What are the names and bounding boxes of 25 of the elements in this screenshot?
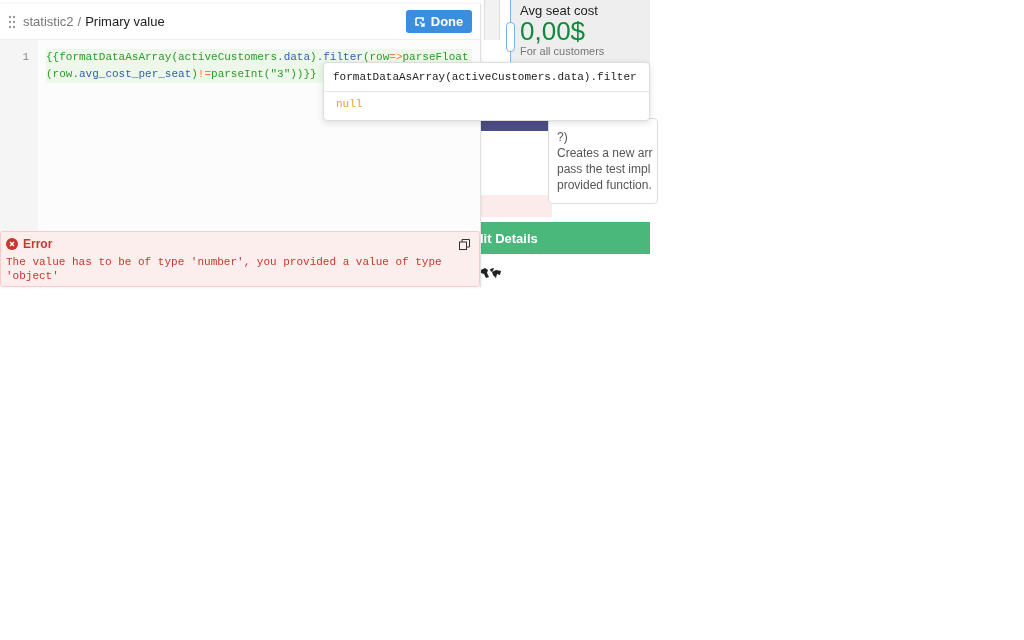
highlight-area <box>480 195 552 217</box>
line-number: 1 <box>21 50 30 63</box>
tooltip-text: Creates a new arr <box>557 145 654 161</box>
drag-handle-icon <box>8 14 16 29</box>
error-message: The value has to be of type 'number', you provided a value of type 'object' <box>6 255 443 283</box>
resize-handle[interactable] <box>506 22 515 52</box>
breadcrumb-separator: / <box>77 14 82 29</box>
evaluated-result: null <box>335 97 364 112</box>
details-button[interactable]: lit Details <box>480 222 650 254</box>
tooltip-text: ?) <box>557 129 569 145</box>
error-icon <box>6 238 18 250</box>
card-value: 0,00$ <box>520 18 587 45</box>
breadcrumb-current: Primary value <box>85 14 165 29</box>
exit-icon <box>414 16 425 27</box>
world-map-icon <box>480 267 502 279</box>
breadcrumb-parent[interactable]: statistic2 <box>23 14 74 29</box>
error-title: Error <box>23 237 53 251</box>
card-caption: For all customers <box>520 45 606 58</box>
card-title: Avg seat cost <box>520 3 599 18</box>
tooltip-text: provided function. <box>557 177 653 193</box>
copy-icon[interactable] <box>459 238 470 250</box>
tooltip-text: pass the test impl <box>557 161 652 177</box>
side-panel <box>484 0 500 40</box>
done-button[interactable]: Done <box>406 10 472 33</box>
evaluated-expression: formatDataAsArray(activeCustomers.data).filter <box>324 63 649 92</box>
